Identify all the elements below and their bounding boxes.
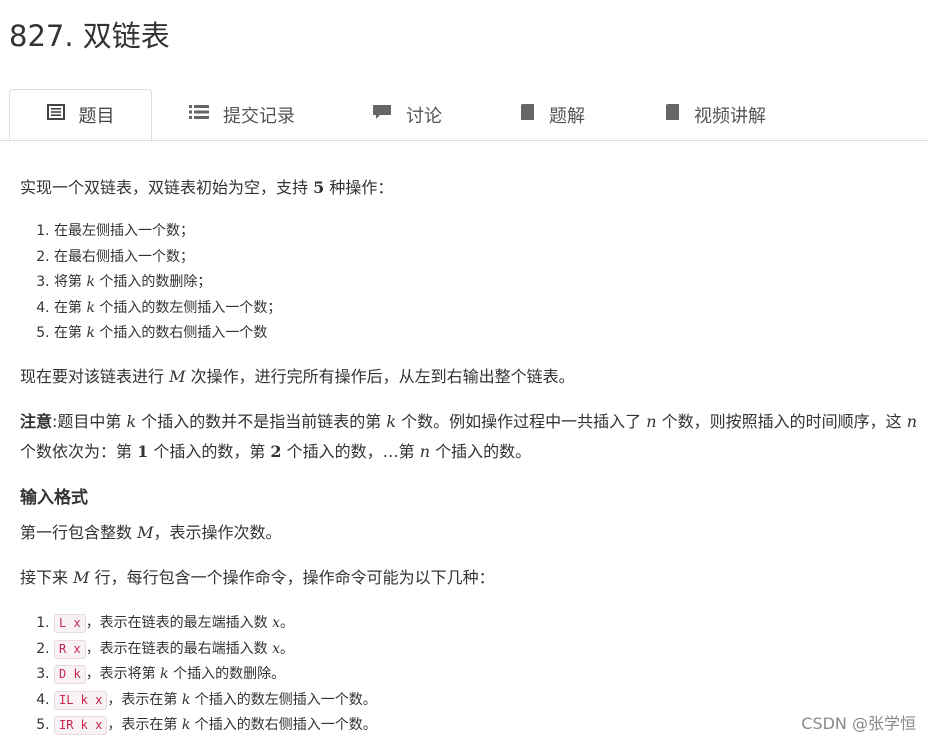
list-item: R x，表示在链表的最右端插入数 x。 bbox=[54, 637, 377, 663]
intro-text: 实现一个双链表，双链表初始为空，支持 5 种操作： bbox=[20, 178, 394, 197]
tab-bar: 题目 提交记录 讨论 题解 视频讲解 bbox=[0, 89, 928, 141]
bulleted-list-icon bbox=[189, 104, 209, 125]
tab-label: 视频讲解 bbox=[694, 105, 766, 127]
tab-label: 提交记录 bbox=[223, 105, 295, 127]
commands-list: L x，表示在链表的最左端插入数 x。 R x，表示在链表的最右端插入数 x。 … bbox=[20, 611, 377, 739]
watermark: CSDN @张学恒 bbox=[801, 714, 916, 733]
tab-discussion[interactable]: 讨论 bbox=[372, 89, 442, 140]
note-text: 注意:题目中第 k 个插入的数并不是指当前链表的第 k 个数。例如操作过程中一共… bbox=[20, 412, 918, 461]
list-item: IL k x，表示在第 k 个插入的数左侧插入一个数。 bbox=[54, 688, 377, 714]
list-item: 将第 k 个插入的数删除； bbox=[54, 270, 281, 296]
tab-solutions[interactable]: 题解 bbox=[519, 89, 585, 140]
book-icon bbox=[664, 103, 680, 126]
tab-label: 题解 bbox=[549, 105, 585, 127]
input-line-2: 接下来 M 行，每行包含一个操作命令，操作命令可能为以下几种： bbox=[20, 568, 495, 587]
command-code: R x bbox=[54, 639, 86, 659]
book-icon bbox=[519, 103, 535, 126]
list-item: 在第 k 个插入的数右侧插入一个数 bbox=[54, 321, 281, 347]
command-code: IL k x bbox=[54, 690, 108, 710]
comment-icon bbox=[372, 103, 392, 126]
operation-count-text: 现在要对该链表进行 M 次操作，进行完所有操作后，从左到右输出整个链表。 bbox=[20, 367, 575, 386]
tab-video[interactable]: 视频讲解 bbox=[664, 89, 766, 140]
operations-list: 在最左侧插入一个数； 在最右侧插入一个数； 将第 k 个插入的数删除； 在第 k… bbox=[20, 219, 281, 347]
command-code: L x bbox=[54, 614, 86, 633]
input-line-1: 第一行包含整数 M，表示操作次数。 bbox=[20, 523, 282, 542]
list-item: L x，表示在链表的最左端插入数 x。 bbox=[54, 611, 377, 637]
list-item: 在最左侧插入一个数； bbox=[54, 219, 281, 245]
list-item: 在最右侧插入一个数； bbox=[54, 245, 281, 271]
command-code: IR k x bbox=[54, 716, 108, 735]
tab-problem[interactable]: 题目 bbox=[9, 89, 152, 140]
list-item: 在第 k 个插入的数左侧插入一个数； bbox=[54, 296, 281, 322]
list-item: IR k x，表示在第 k 个插入的数右侧插入一个数。 bbox=[54, 713, 377, 739]
tab-submissions[interactable]: 提交记录 bbox=[189, 89, 295, 140]
list-icon bbox=[46, 104, 65, 125]
input-format-heading: 输入格式 bbox=[20, 488, 88, 508]
tab-label: 题目 bbox=[78, 105, 115, 127]
command-code: D k bbox=[54, 665, 86, 684]
list-item: D k，表示将第 k 个插入的数删除。 bbox=[54, 662, 377, 688]
page-title: 827. 双链表 bbox=[9, 19, 170, 53]
tab-label: 讨论 bbox=[406, 105, 442, 127]
